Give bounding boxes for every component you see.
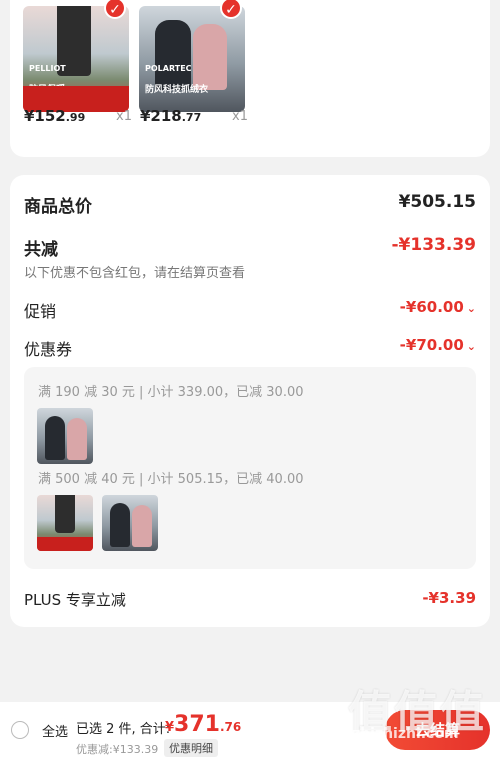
pants-figure [55, 495, 75, 533]
plus-row: PLUS 专享立减 -¥3.39 [24, 589, 476, 610]
woman-figure [67, 418, 87, 460]
plus-value: -¥3.39 [422, 589, 476, 607]
chevron-down-icon[interactable]: ⌄ [467, 340, 476, 353]
woman-figure [193, 24, 227, 90]
coupon-rule-2: 满 500 减 40 元 | 小计 505.15，已减 40.00 [38, 472, 304, 487]
coupon-label: 优惠券 [24, 340, 73, 359]
saved-amount: 优惠减:¥133.39 [76, 743, 159, 756]
goods-total-label: 商品总价 [24, 197, 92, 217]
brand-tag: PELLIOT [29, 64, 66, 73]
goods-total-row: 商品总价 ¥505.15 [24, 192, 476, 217]
discount-row: 共减 -¥133.39 [24, 235, 476, 260]
product-qty: x1 [116, 109, 132, 124]
man-figure [155, 20, 191, 90]
promo-label: 促销 [24, 302, 57, 321]
promo-band [37, 537, 93, 551]
man-figure [110, 503, 130, 547]
select-all-radio[interactable] [11, 721, 29, 739]
man-figure [45, 416, 65, 460]
woman-figure [132, 505, 152, 547]
coupon-value: -¥70.00 [399, 336, 464, 354]
fleece-photo: POLARTEC 防风科技抓绒衣 [139, 6, 245, 112]
watermark-url: zhizhizhi.com [352, 726, 459, 742]
product-tagline: 防风科技抓绒衣 [145, 85, 209, 95]
plus-label: PLUS 专享立减 [24, 591, 126, 609]
discount-note: 以下优惠不包含红包，请在结算页查看 [24, 266, 246, 281]
coupon-details-box: 满 190 减 30 元 | 小计 339.00，已减 30.00 满 500 … [24, 367, 476, 569]
product-qty: x1 [232, 109, 248, 124]
chevron-down-icon[interactable]: ⌄ [467, 302, 476, 315]
coupon-product-thumb[interactable] [102, 495, 158, 551]
brand-tag: POLARTEC [145, 64, 192, 73]
total-price: ¥371.76 [165, 712, 242, 737]
goods-total-value: ¥505.15 [398, 192, 476, 212]
discount-value: -¥133.39 [391, 235, 477, 255]
select-all-label[interactable]: 全选 [42, 721, 68, 740]
coupon-row[interactable]: 优惠券 -¥70.00 ⌄ [24, 336, 476, 360]
product-price: ¥152.99 [24, 107, 86, 125]
product-price: ¥218.77 [140, 107, 202, 125]
product-image-pants[interactable]: PELLIOT 防风保暖 [23, 6, 129, 112]
price-summary-card: 商品总价 ¥505.15 共减 -¥133.39 以下优惠不包含红包，请在结算页… [10, 175, 490, 627]
product-image-fleece[interactable]: POLARTEC 防风科技抓绒衣 [139, 6, 245, 112]
discount-label: 共减 [24, 240, 58, 260]
selected-products-card: PELLIOT 防风保暖 ✓ POLARTEC 防风科技抓绒衣 ✓ ¥152.9… [10, 0, 490, 157]
promo-value: -¥60.00 [399, 298, 464, 316]
coupon-product-thumb[interactable] [37, 408, 93, 464]
pants-photo: PELLIOT 防风保暖 [23, 6, 129, 112]
selected-count-text: 已选 2 件, 合计: [76, 722, 171, 737]
discount-detail-button[interactable]: 优惠明细 [164, 739, 218, 757]
coupon-rule-1: 满 190 减 30 元 | 小计 339.00，已减 30.00 [38, 385, 304, 400]
promo-row[interactable]: 促销 -¥60.00 ⌄ [24, 298, 476, 322]
coupon-product-thumb[interactable] [37, 495, 93, 551]
